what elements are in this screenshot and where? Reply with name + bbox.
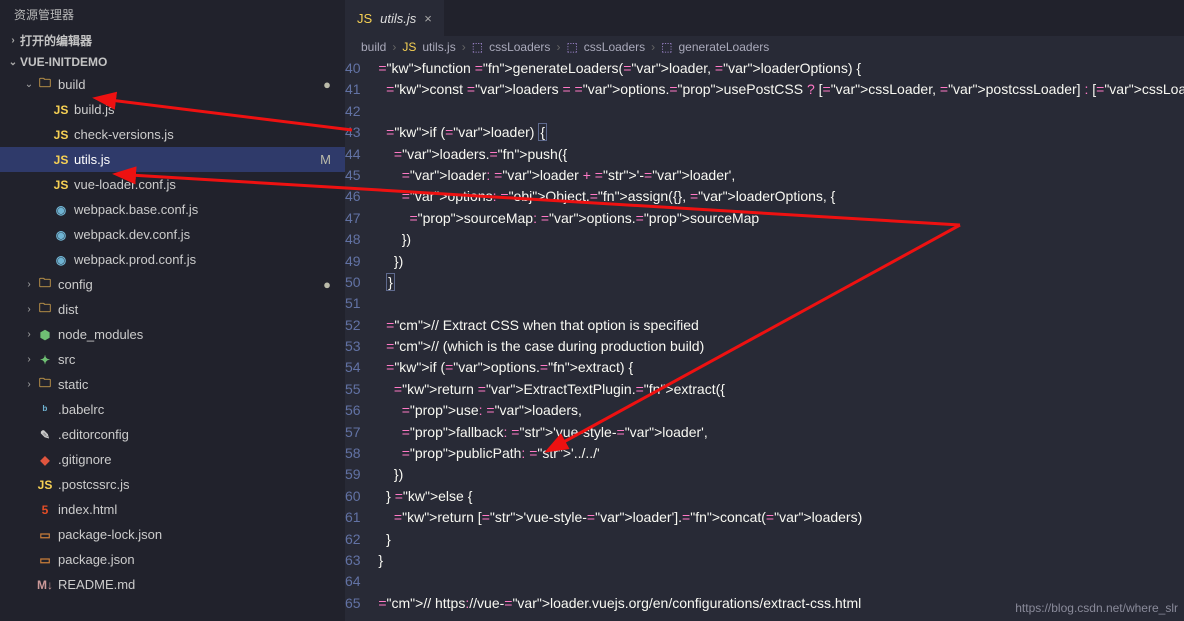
editcfg-icon: ✎ xyxy=(36,428,54,442)
code-area[interactable]: 4041424344454647484950515253545556575859… xyxy=(345,58,1184,621)
code-content[interactable]: ="kw">function ="fn">generateLoaders(="v… xyxy=(371,58,1184,621)
breadcrumb-item[interactable]: utils.js xyxy=(422,40,455,54)
js-icon: JS xyxy=(357,11,372,26)
explorer-title: 资源管理器 xyxy=(0,0,345,29)
tree-label: webpack.base.conf.js xyxy=(74,202,345,217)
babel-icon: ᵇ xyxy=(36,403,54,417)
status-badge: ● xyxy=(323,277,345,292)
breadcrumb-item[interactable]: cssLoaders xyxy=(489,40,550,54)
js-icon: JS xyxy=(52,103,70,117)
tree-item-README-md[interactable]: ·M↓README.md xyxy=(0,572,345,597)
tab-utils[interactable]: JS utils.js × xyxy=(345,0,444,36)
chevron-right-icon: › xyxy=(22,379,36,390)
tree-item-utils-js[interactable]: ·JSutils.jsM xyxy=(0,147,345,172)
breadcrumb-item[interactable]: generateLoaders xyxy=(679,40,770,54)
chevron-right-icon: › xyxy=(22,354,36,365)
js-icon: JS xyxy=(52,153,70,167)
tree-label: package.json xyxy=(58,552,345,567)
tree-label: .gitignore xyxy=(58,452,345,467)
cfg-icon: ◉ xyxy=(52,203,70,217)
chevron-right-icon: › xyxy=(22,279,36,290)
folder-icon: 🗀 xyxy=(36,74,54,95)
tree-item-static[interactable]: ›🗀 static xyxy=(0,372,345,397)
tree-item-build[interactable]: ⌄🗀 build● xyxy=(0,72,345,97)
pkg-icon: ▭ xyxy=(36,528,54,542)
folder-icon: 🗀 xyxy=(36,299,54,320)
tree-item-dist[interactable]: ›🗀 dist xyxy=(0,297,345,322)
folder-icon: 🗀 xyxy=(36,274,54,295)
tree-label: webpack.dev.conf.js xyxy=(74,227,345,242)
tree-item-check-versions-js[interactable]: ·JScheck-versions.js xyxy=(0,122,345,147)
tree-item--postcssrc-js[interactable]: ·JS.postcssrc.js xyxy=(0,472,345,497)
tree-item-vue-loader-conf-js[interactable]: ·JSvue-loader.conf.js xyxy=(0,172,345,197)
cfg-icon: ◉ xyxy=(52,228,70,242)
folder-icon: 🗀 xyxy=(36,374,54,395)
project-section[interactable]: ⌄ VUE-INITDEMO xyxy=(0,52,345,72)
tree-label: dist xyxy=(58,302,345,317)
js-icon: JS xyxy=(52,178,70,192)
cfg-icon: ◉ xyxy=(52,253,70,267)
tree-label: .editorconfig xyxy=(58,427,345,442)
watermark: https://blog.csdn.net/where_slr xyxy=(1015,601,1178,615)
tree-label: .postcssrc.js xyxy=(58,477,345,492)
git-icon: ◆ xyxy=(36,453,54,467)
tree-label: node_modules xyxy=(58,327,345,342)
tree-item-node_modules[interactable]: ›⬢ node_modules xyxy=(0,322,345,347)
chevron-right-icon: › xyxy=(22,304,36,315)
cube-icon: ⬚ xyxy=(472,40,483,54)
js-icon: JS xyxy=(52,128,70,142)
breadcrumb-item[interactable]: build xyxy=(361,40,386,54)
open-editors-section[interactable]: › 打开的编辑器 xyxy=(0,29,345,52)
tree-label: README.md xyxy=(58,577,345,592)
editor-pane: JS utils.js × build›JSutils.js›⬚cssLoade… xyxy=(345,0,1184,621)
tree-label: webpack.prod.conf.js xyxy=(74,252,345,267)
tree-label: vue-loader.conf.js xyxy=(74,177,345,192)
tree-label: .babelrc xyxy=(58,402,345,417)
js-icon: JS xyxy=(402,40,416,54)
explorer-sidebar: 资源管理器 › 打开的编辑器 ⌄ VUE-INITDEMO ⌄🗀build●·J… xyxy=(0,0,345,621)
md-icon: M↓ xyxy=(36,578,54,592)
tree-item-package-lock-json[interactable]: ·▭package-lock.json xyxy=(0,522,345,547)
tree-label: src xyxy=(58,352,345,367)
js-icon: JS xyxy=(36,478,54,492)
tree-item-src[interactable]: ›✦ src xyxy=(0,347,345,372)
tree-item-index-html[interactable]: ·5index.html xyxy=(0,497,345,522)
tree-label: build.js xyxy=(74,102,345,117)
tree-item-webpack-prod-conf-js[interactable]: ·◉webpack.prod.conf.js xyxy=(0,247,345,272)
tree-item-build-js[interactable]: ·JSbuild.js xyxy=(0,97,345,122)
tabs-bar: JS utils.js × xyxy=(345,0,1184,36)
html-icon: 5 xyxy=(36,503,54,517)
tree-item-webpack-base-conf-js[interactable]: ·◉webpack.base.conf.js xyxy=(0,197,345,222)
tree-label: build xyxy=(58,77,323,92)
tree-label: package-lock.json xyxy=(58,527,345,542)
tree-label: static xyxy=(58,377,345,392)
tree-item--gitignore[interactable]: ·◆.gitignore xyxy=(0,447,345,472)
cube-icon: ⬚ xyxy=(566,40,577,54)
pkg-icon: ▭ xyxy=(36,553,54,567)
tree-item-webpack-dev-conf-js[interactable]: ·◉webpack.dev.conf.js xyxy=(0,222,345,247)
line-gutter: 4041424344454647484950515253545556575859… xyxy=(345,58,371,621)
status-badge: ● xyxy=(323,77,345,92)
cube-icon: ⬚ xyxy=(661,40,672,54)
close-icon[interactable]: × xyxy=(424,11,432,26)
nodemod-icon: ⬢ xyxy=(36,328,54,342)
chevron-down-icon: ⌄ xyxy=(22,79,36,90)
tree-item-package-json[interactable]: ·▭package.json xyxy=(0,547,345,572)
tree-label: check-versions.js xyxy=(74,127,345,142)
tree-item--babelrc[interactable]: ·ᵇ.babelrc xyxy=(0,397,345,422)
file-tree: ⌄🗀build●·JSbuild.js·JScheck-versions.js·… xyxy=(0,72,345,597)
breadcrumb-item[interactable]: cssLoaders xyxy=(584,40,645,54)
tree-label: config xyxy=(58,277,323,292)
tree-item--editorconfig[interactable]: ·✎.editorconfig xyxy=(0,422,345,447)
tree-label: utils.js xyxy=(74,152,320,167)
tree-label: index.html xyxy=(58,502,345,517)
chevron-down-icon: ⌄ xyxy=(6,57,20,68)
breadcrumb[interactable]: build›JSutils.js›⬚cssLoaders›⬚cssLoaders… xyxy=(345,36,1184,58)
tree-item-config[interactable]: ›🗀 config● xyxy=(0,272,345,297)
chevron-right-icon: › xyxy=(6,35,20,46)
src-icon: ✦ xyxy=(36,353,54,367)
chevron-right-icon: › xyxy=(22,329,36,340)
status-badge: M xyxy=(320,152,345,167)
